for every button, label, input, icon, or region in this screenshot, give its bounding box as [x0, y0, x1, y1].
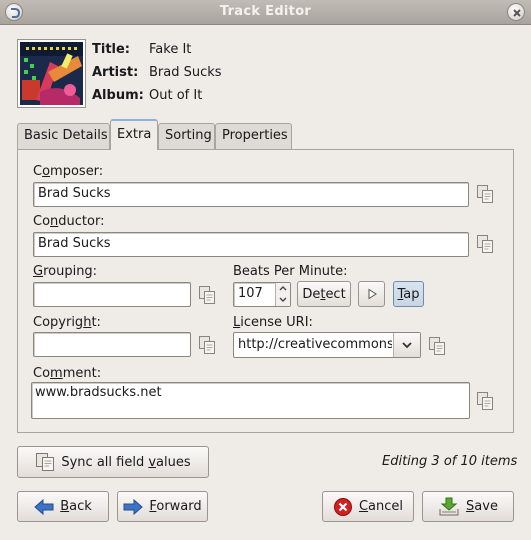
save-button-label: Save [466, 499, 498, 514]
close-icon [513, 9, 521, 17]
copy-icon [429, 337, 445, 355]
play-icon [368, 288, 377, 300]
save-button[interactable]: Save [422, 491, 514, 522]
copy-icon [199, 336, 215, 354]
album-label: Album: [92, 88, 144, 103]
composer-field[interactable]: Brad Sucks [33, 182, 469, 207]
conductor-field[interactable]: Brad Sucks [33, 232, 469, 257]
detect-button-label: Detect [302, 286, 346, 302]
back-button[interactable]: Back [17, 491, 109, 522]
album-value: Out of It [149, 88, 203, 103]
conductor-copy-button[interactable] [476, 234, 494, 254]
bpm-increment-button[interactable] [275, 283, 290, 294]
tab-properties[interactable]: Properties [215, 123, 292, 149]
forward-arrow-icon [123, 498, 144, 515]
copyright-field[interactable] [33, 332, 191, 357]
copy-icon [199, 286, 215, 304]
artist-label: Artist: [92, 65, 139, 80]
save-icon [439, 497, 459, 515]
composer-label: Composer: [33, 164, 104, 179]
license-uri-label: License URI: [233, 315, 313, 330]
tap-button-label: Tap [397, 286, 420, 302]
title-label: Title: [92, 42, 131, 57]
editing-status: Editing 3 of 10 items [382, 454, 518, 469]
forward-button-label: Forward [149, 499, 202, 514]
sync-icon [36, 453, 55, 471]
artist-value: Brad Sucks [149, 65, 222, 80]
album-cover [17, 39, 86, 108]
conductor-label: Conductor: [33, 214, 105, 229]
comment-label: Comment: [33, 366, 102, 381]
copy-icon [477, 185, 493, 203]
composer-copy-button[interactable] [476, 184, 494, 204]
grouping-label: Grouping: [33, 264, 98, 279]
cancel-icon [333, 497, 352, 516]
tab-basic-details[interactable]: Basic Details [17, 123, 110, 149]
title-value: Fake It [149, 42, 192, 57]
grouping-field[interactable] [33, 282, 191, 307]
track-editor-window: Track Editor Title: Fake It Artist: Brad… [0, 0, 531, 540]
album-art-image [20, 42, 83, 105]
grouping-copy-button[interactable] [198, 285, 216, 305]
back-button-label: Back [60, 499, 92, 514]
forward-button[interactable]: Forward [117, 491, 208, 522]
comment-copy-button[interactable] [476, 391, 494, 411]
cancel-button[interactable]: Cancel [322, 491, 414, 522]
tab-extra[interactable]: Extra [110, 119, 158, 150]
chevron-down-icon [402, 342, 412, 349]
spin-down-icon [279, 297, 287, 302]
license-dropdown-button[interactable] [393, 333, 420, 357]
window-title: Track Editor [219, 4, 312, 19]
play-button[interactable] [358, 281, 385, 307]
tab-sorting[interactable]: Sorting [158, 123, 215, 149]
copy-icon [477, 235, 493, 253]
license-uri-combobox[interactable]: http://creativecommons [233, 332, 421, 358]
window-close-button[interactable] [507, 3, 525, 21]
bpm-value: 107 [238, 286, 263, 301]
bpm-label: Beats Per Minute: [233, 264, 348, 279]
bpm-decrement-button[interactable] [275, 294, 290, 306]
spin-up-icon [279, 286, 287, 291]
copy-icon [477, 392, 493, 410]
tap-button[interactable]: Tap [393, 281, 424, 307]
license-copy-button[interactable] [428, 336, 446, 356]
sync-button-label: Sync all field values [61, 454, 191, 470]
cancel-button-label: Cancel [358, 499, 404, 514]
license-uri-value[interactable]: http://creativecommons [238, 337, 392, 352]
detect-button[interactable]: Detect [297, 281, 351, 307]
copyright-label: Copyright: [33, 315, 101, 330]
back-arrow-icon [34, 498, 54, 515]
comment-textarea[interactable]: www.bradsucks.net [31, 382, 470, 419]
copyright-copy-button[interactable] [198, 335, 216, 355]
sync-all-field-values-button[interactable]: Sync all field values [17, 446, 209, 478]
title-bar[interactable]: Track Editor [0, 0, 531, 25]
